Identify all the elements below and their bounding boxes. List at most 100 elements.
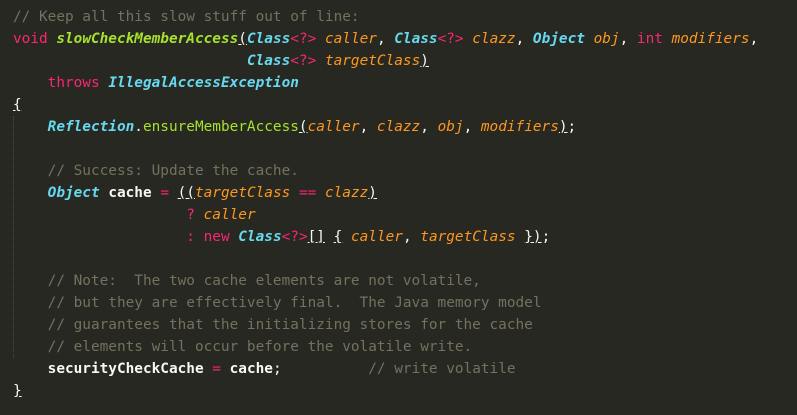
code-token: caller: [350, 229, 403, 245]
code-token: securityCheckCache: [47, 361, 204, 377]
code-token: (: [298, 119, 308, 135]
code-line[interactable]: // Note: The two cache elements are not …: [13, 270, 758, 292]
code-token: Class: [394, 31, 438, 47]
code-token: {: [13, 97, 22, 113]
code-token: // write volatile: [368, 361, 516, 377]
code-line[interactable]: ? caller: [13, 204, 758, 226]
code-token: modifiers: [480, 119, 559, 135]
code-token: {: [333, 229, 343, 245]
code-token: obj: [437, 119, 464, 135]
code-token: ,: [359, 119, 377, 135]
code-token: // Keep all this slow stuff out of line:: [13, 9, 360, 25]
code-line[interactable]: }: [13, 380, 758, 402]
code-token: ==: [298, 185, 317, 201]
code-token: clazz: [376, 119, 421, 135]
code-token: targetClass: [420, 229, 516, 245]
code-token: Object: [47, 185, 100, 201]
code-token: ,: [619, 31, 637, 47]
code-token: (: [238, 31, 247, 47]
code-token: <?>: [437, 31, 464, 47]
code-token: ((: [177, 185, 195, 201]
code-token: Class: [246, 31, 291, 47]
code-token: modifiers: [671, 31, 750, 47]
code-token: Object: [532, 31, 585, 47]
code-line[interactable]: void slowCheckMemberAccess(Class<?> call…: [13, 28, 758, 50]
code-line[interactable]: securityCheckCache = cache; // write vol…: [13, 358, 758, 380]
code-token: clazz: [472, 31, 516, 47]
code-line[interactable]: // Success: Update the cache.: [13, 160, 758, 182]
code-line[interactable]: Reflection.ensureMemberAccess(caller, cl…: [13, 116, 758, 138]
code-token: ,: [402, 229, 421, 245]
code-editor[interactable]: // Keep all this slow stuff out of line:…: [0, 0, 797, 415]
code-line[interactable]: [13, 138, 758, 160]
code-token: caller: [307, 119, 360, 135]
code-line[interactable]: throws IllegalAccessException: [13, 72, 758, 94]
code-token: =: [160, 185, 169, 201]
code-line[interactable]: // but they are effectively final. The J…: [13, 292, 758, 314]
code-token: slowCheckMemberAccess: [56, 31, 239, 47]
code-area[interactable]: // Keep all this slow stuff out of line:…: [13, 6, 758, 402]
code-token: // guarantees that the initializing stor…: [47, 317, 533, 333]
code-line[interactable]: Class<?> targetClass): [13, 50, 758, 72]
code-token: Class: [246, 53, 291, 69]
code-token: <?>: [281, 229, 308, 245]
code-line[interactable]: // elements will occur before the volati…: [13, 336, 758, 358]
code-token: ,: [749, 31, 759, 47]
code-line[interactable]: [13, 248, 758, 270]
code-token: }: [13, 383, 22, 399]
code-token: ,: [376, 31, 395, 47]
code-token: cache: [229, 361, 273, 377]
code-line[interactable]: // guarantees that the initializing stor…: [13, 314, 758, 336]
code-token: // Success: Update the cache.: [47, 163, 299, 179]
code-token: ?: [186, 207, 195, 223]
code-token: clazz: [324, 185, 369, 201]
code-token: =: [212, 361, 221, 377]
code-token: caller: [203, 207, 256, 223]
code-token: ,: [515, 31, 533, 47]
code-token: void: [13, 31, 48, 47]
code-token: <?>: [290, 31, 317, 47]
code-line[interactable]: : new Class<?>[] { caller, targetClass }…: [13, 226, 758, 248]
code-token: <?>: [290, 53, 317, 69]
code-line[interactable]: Object cache = ((targetClass == clazz): [13, 182, 758, 204]
code-token: Class: [238, 229, 282, 245]
code-token: // Note: The two cache elements are not …: [47, 273, 481, 289]
code-token: targetClass: [194, 185, 291, 201]
code-token: []: [307, 229, 325, 245]
code-token: // but they are effectively final. The J…: [47, 295, 542, 311]
code-line[interactable]: {: [13, 94, 758, 116]
code-token: IllegalAccessException: [108, 75, 299, 91]
code-token: caller: [324, 31, 377, 47]
code-token: cache: [108, 185, 152, 201]
code-token: ,: [420, 119, 438, 135]
code-token: ,: [463, 119, 481, 135]
code-token: ): [368, 185, 377, 201]
code-line[interactable]: // Keep all this slow stuff out of line:: [13, 6, 758, 28]
code-token: ;: [541, 229, 551, 245]
code-token: ): [420, 53, 429, 69]
